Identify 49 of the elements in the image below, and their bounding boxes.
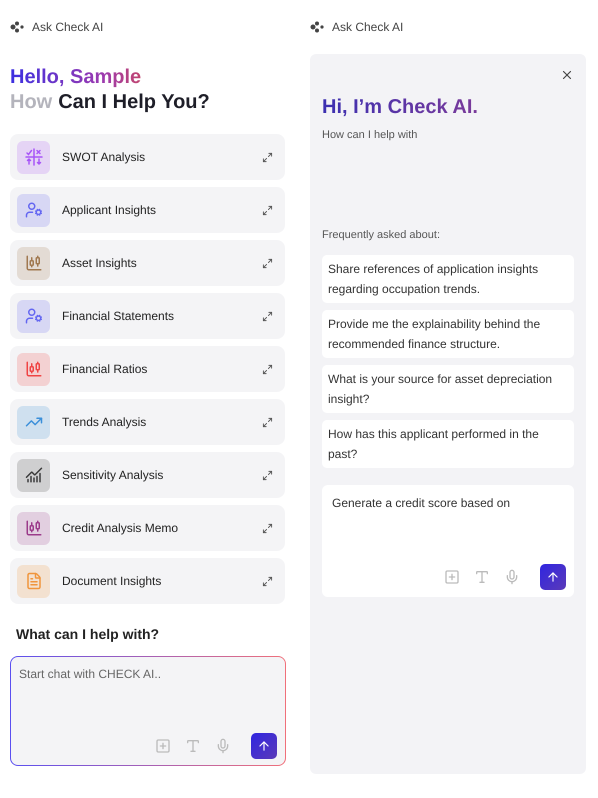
faq-suggestion[interactable]: How has this applicant performed in the past? (322, 420, 574, 468)
expand-icon[interactable] (262, 310, 273, 322)
prompt-title: What can I help with? (16, 626, 160, 642)
assistant-title: Hi, I’m Check AI. (322, 96, 478, 119)
app-title: Ask Check AI (32, 20, 104, 34)
expand-icon[interactable] (262, 204, 273, 216)
send-button[interactable] (251, 733, 277, 759)
analysis-item[interactable]: Credit Analysis Memo (10, 505, 285, 551)
candlestick-icon (24, 519, 42, 537)
analysis-item[interactable]: Financial Ratios (10, 346, 285, 392)
assistant-subtitle: How can I help with (322, 129, 418, 141)
faq-suggestion[interactable]: Share references of application insights regarding occupation trends. (322, 255, 574, 303)
expand-icon[interactable] (262, 416, 273, 428)
bar-chart-icon (24, 466, 42, 484)
expand-icon[interactable] (262, 258, 273, 268)
faq-suggestion[interactable]: What is your source for asset depreciation insight? (322, 365, 574, 413)
chat-input[interactable]: Start chat with CHECK AI.. (17, 665, 277, 733)
send-button[interactable] (540, 564, 566, 590)
greeting-question: Can I Help You? (58, 91, 210, 114)
chat-field[interactable]: Start chat with CHECK AI.. (10, 656, 286, 766)
grid-arrows-icon (24, 148, 42, 166)
person-gear-icon (24, 201, 42, 219)
chat-input[interactable]: Generate a credit score based on (330, 494, 566, 564)
analysis-item[interactable]: Applicant Insights (10, 187, 285, 233)
analysis-item[interactable]: Asset Insights (10, 240, 285, 286)
expand-icon[interactable] (262, 470, 273, 480)
analysis-item[interactable]: Trends Analysis (10, 399, 285, 445)
analysis-item[interactable]: Sensitivity Analysis (10, 452, 285, 498)
person-gear-icon (24, 307, 42, 325)
arrow-up-icon (257, 739, 271, 753)
analysis-item[interactable]: Financial Statements (10, 293, 285, 339)
expand-icon[interactable] (262, 522, 273, 534)
analysis-item[interactable]: Document Insights (10, 558, 285, 604)
logo-icon (10, 21, 24, 33)
document-icon (24, 572, 42, 590)
faq-title: Frequently asked about: (322, 229, 442, 241)
expand-icon[interactable] (262, 152, 273, 162)
analysis-item[interactable]: SWOT Analysis (10, 134, 285, 180)
candlestick-icon (24, 360, 42, 378)
logo-icon (310, 21, 324, 33)
greeting: Hello, Sample (10, 66, 142, 89)
candlestick-icon (24, 254, 42, 272)
chat-field[interactable]: Generate a credit score based on (322, 485, 574, 597)
faq-suggestion[interactable]: Provide me the explainability behind the recommended finance structure. (322, 310, 574, 358)
expand-icon[interactable] (262, 364, 273, 374)
expand-icon[interactable] (262, 576, 273, 586)
app-title: Ask Check AI (332, 20, 404, 34)
greeting-faded-word: How (10, 91, 52, 114)
close-button[interactable] (560, 68, 574, 82)
